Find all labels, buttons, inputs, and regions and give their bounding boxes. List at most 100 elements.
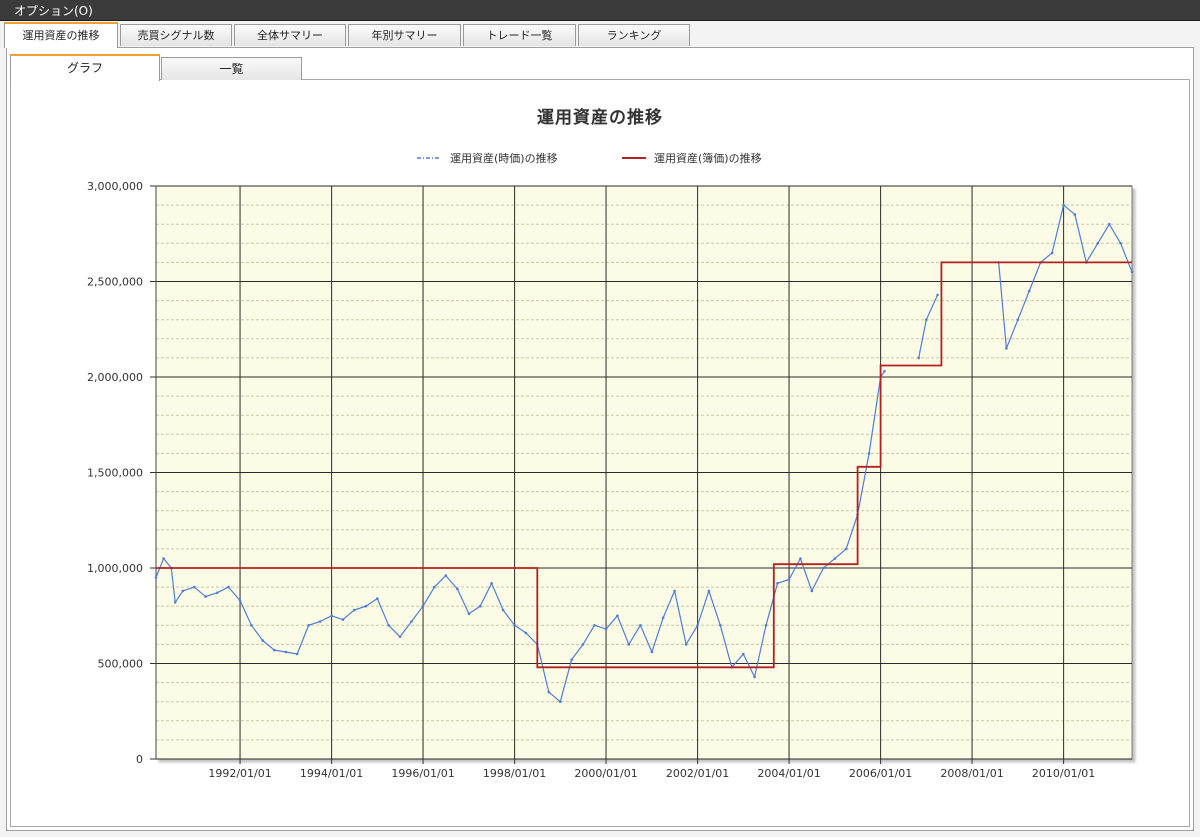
x-tick-label: 2008/01/01 xyxy=(940,767,1003,780)
data-point-market-value xyxy=(604,627,608,631)
data-point-market-value xyxy=(162,557,165,560)
data-point-market-value xyxy=(787,578,791,581)
data-point-market-value xyxy=(433,585,436,589)
data-point-market-value xyxy=(925,318,928,322)
data-point-market-value xyxy=(696,624,699,627)
data-point-market-value xyxy=(917,356,920,360)
data-point-market-value xyxy=(181,589,185,593)
data-point-market-value xyxy=(154,576,158,579)
data-point-market-value xyxy=(1130,270,1134,274)
data-point-market-value xyxy=(456,587,459,591)
data-point-market-value xyxy=(844,547,848,551)
data-point-market-value xyxy=(833,557,837,560)
x-tick-label: 2010/01/01 xyxy=(1032,767,1095,780)
data-point-market-value xyxy=(318,620,322,623)
data-point-market-value xyxy=(1119,242,1122,245)
data-point-market-value xyxy=(1050,251,1054,255)
y-tick-label: 2,500,000 xyxy=(87,276,143,289)
y-tick-label: 3,000,000 xyxy=(87,180,143,193)
x-tick-label: 2006/01/01 xyxy=(849,767,912,780)
data-point-market-value xyxy=(341,618,345,621)
data-point-market-value xyxy=(513,624,516,627)
data-point-market-value xyxy=(559,700,562,703)
data-point-market-value xyxy=(883,370,886,373)
data-point-market-value xyxy=(307,624,310,627)
data-point-market-value xyxy=(398,635,402,639)
y-tick-label: 2,000,000 xyxy=(87,371,143,384)
data-point-market-value xyxy=(1005,347,1008,350)
asset-trend-chart: 0 500,000 1,000,000 1,500,000 2,000,000 2,500… xyxy=(87,151,1134,780)
x-tick-label: 1998/01/01 xyxy=(483,767,546,780)
data-point-market-value xyxy=(421,604,425,608)
y-tick-label: 0 xyxy=(136,753,143,766)
y-axis: 0 500,000 1,000,000 1,500,000 2,000,000 2,500… xyxy=(87,180,157,766)
data-point-market-value xyxy=(173,601,177,604)
data-point-market-value xyxy=(707,589,711,593)
data-point-market-value xyxy=(478,604,482,608)
legend-label-market-value: 運用資産(時価)の推移 xyxy=(450,151,558,165)
data-point-market-value xyxy=(810,589,814,593)
data-point-market-value xyxy=(570,658,573,661)
legend: 運用資産(時価)の推移 運用資産(簿価)の推移 xyxy=(417,151,762,165)
data-point-market-value xyxy=(799,557,802,560)
data-point-market-value xyxy=(673,589,676,593)
data-point-market-value xyxy=(593,624,596,627)
data-point-market-value xyxy=(364,604,368,608)
data-point-market-value xyxy=(1108,222,1111,226)
y-tick-label: 1,500,000 xyxy=(87,467,143,480)
data-point-market-value xyxy=(261,639,265,642)
data-point-market-value xyxy=(764,624,768,627)
data-point-market-value xyxy=(204,595,207,598)
data-point-market-value xyxy=(650,650,654,654)
tab-asset-trend[interactable]: 運用資産の推移 xyxy=(4,22,118,48)
data-point-market-value xyxy=(387,624,390,627)
data-point-market-value xyxy=(295,652,299,656)
data-point-market-value xyxy=(238,599,242,602)
data-point-market-value xyxy=(250,624,253,627)
y-tick-label: 500,000 xyxy=(98,658,144,671)
data-point-market-value xyxy=(444,574,448,577)
data-point-market-value xyxy=(215,591,219,595)
data-point-market-value xyxy=(776,582,779,585)
data-point-market-value xyxy=(936,293,939,297)
data-point-market-value xyxy=(490,582,493,585)
data-point-market-value xyxy=(1073,213,1077,216)
data-point-market-value xyxy=(376,597,379,600)
data-point-market-value xyxy=(1027,289,1031,293)
data-point-market-value xyxy=(627,643,631,646)
x-tick-label: 1996/01/01 xyxy=(391,767,454,780)
data-point-market-value xyxy=(1096,242,1100,245)
data-point-market-value xyxy=(1062,203,1065,207)
y-tick-label: 1,000,000 xyxy=(87,562,143,575)
data-point-market-value xyxy=(410,620,413,623)
subtab-graph[interactable]: グラフ xyxy=(10,54,160,81)
data-point-market-value xyxy=(1016,318,1020,322)
data-point-market-value xyxy=(353,608,356,612)
data-point-market-value xyxy=(193,585,196,589)
data-point-market-value xyxy=(467,612,471,616)
legend-label-book-value: 運用資産(簿価)の推移 xyxy=(654,151,762,165)
data-point-market-value xyxy=(581,643,585,646)
data-point-market-value xyxy=(227,585,230,589)
data-point-market-value xyxy=(684,643,688,646)
x-axis: 1992/01/01 1994/01/01 1996/01/01 1998/01/01… xyxy=(208,759,1095,780)
data-point-market-value xyxy=(639,624,642,627)
data-point-market-value xyxy=(273,648,276,652)
data-point-market-value xyxy=(284,650,288,654)
data-point-market-value xyxy=(661,616,665,619)
data-point-market-value xyxy=(753,675,756,679)
data-point-market-value xyxy=(547,690,551,694)
data-point-market-value xyxy=(719,624,722,627)
data-point-market-value xyxy=(501,608,505,612)
data-point-market-value xyxy=(616,614,619,618)
data-point-market-value xyxy=(867,452,871,455)
x-tick-label: 2002/01/01 xyxy=(666,767,729,780)
data-point-market-value xyxy=(330,614,333,618)
x-tick-label: 2004/01/01 xyxy=(757,767,820,780)
x-tick-label: 1992/01/01 xyxy=(208,767,271,780)
data-point-market-value xyxy=(822,566,825,570)
x-tick-label: 1994/01/01 xyxy=(300,767,363,780)
data-point-market-value xyxy=(524,631,528,635)
data-point-market-value xyxy=(742,652,745,656)
x-tick-label: 2000/01/01 xyxy=(574,767,637,780)
